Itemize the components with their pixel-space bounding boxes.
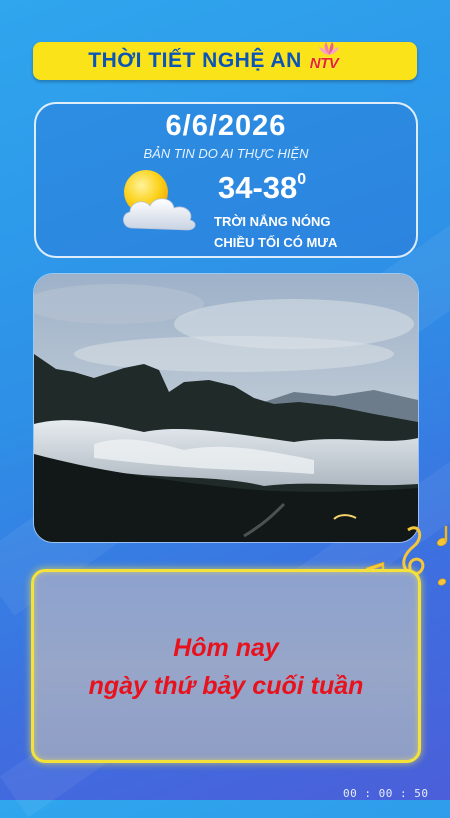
temperature: 34-380	[218, 170, 306, 206]
message-line-1: Hôm nay	[173, 634, 279, 662]
page-title: THỜI TIẾT NGHỆ AN	[88, 49, 302, 72]
ntv-logo: NTV	[309, 42, 362, 75]
forecast-date: 6/6/2026	[165, 110, 287, 142]
forecast-card: 6/6/2026 BẢN TIN DO AI THỰC HIỆN 34-380 …	[34, 102, 418, 258]
temperature-value: 34-38	[218, 170, 298, 205]
sun-behind-cloud-icon	[123, 170, 196, 231]
message-line-2: ngày thứ bảy cuối tuần	[88, 672, 364, 700]
condition-line-1: TRỜI NẮNG NÓNG	[214, 214, 331, 229]
logo-text: NTV	[309, 55, 339, 72]
timecode: 00 : 00 : 50	[343, 787, 429, 800]
forecast-subtitle: BẢN TIN DO AI THỰC HIỆN	[143, 146, 309, 161]
condition-line-2: CHIỀU TỐI CÓ MƯA	[214, 235, 338, 250]
degree-sign: 0	[297, 171, 307, 188]
title-banner: THỜI TIẾT NGHỆ AN NTV	[33, 42, 417, 80]
landscape-photo	[33, 273, 419, 543]
message-box: Hôm nay ngày thứ bảy cuối tuần	[31, 569, 421, 763]
mountain-scene	[34, 274, 418, 542]
